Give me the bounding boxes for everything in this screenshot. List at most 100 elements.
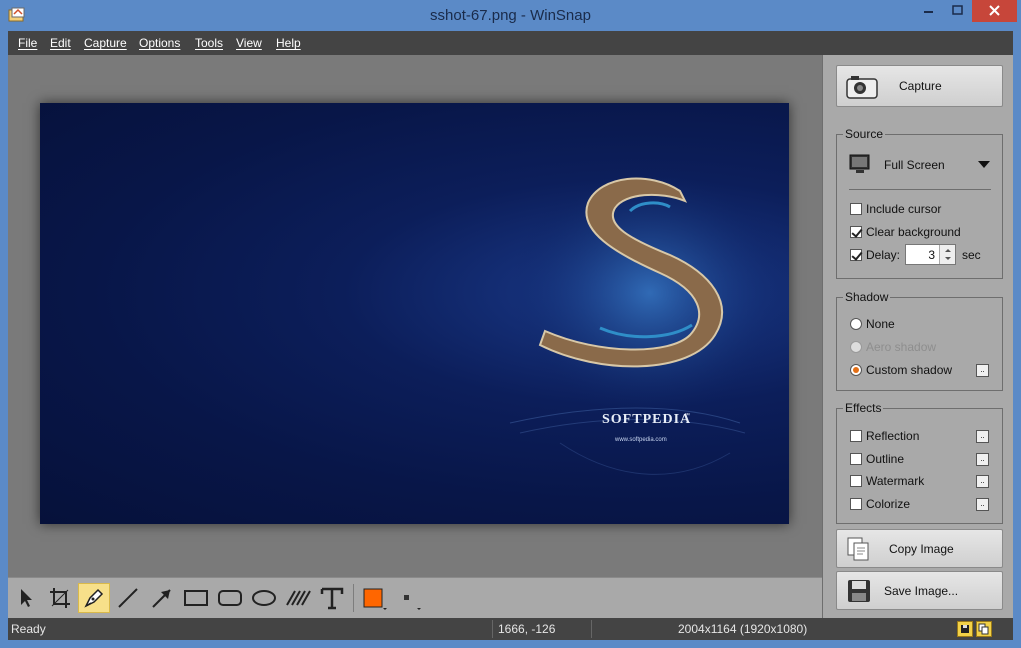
capture-label: Capture xyxy=(899,79,942,93)
colorize-row[interactable]: Colorize xyxy=(850,496,910,512)
softpedia-wallpaper: SOFTPEDIA ™ www.softpedia.com xyxy=(509,163,789,475)
arrow-tool[interactable] xyxy=(146,583,178,613)
outline-settings-button[interactable]: .. xyxy=(976,453,989,466)
menu-capture[interactable]: Capture xyxy=(84,36,127,50)
rounded-rectangle-tool[interactable] xyxy=(214,583,246,613)
crop-icon xyxy=(50,588,70,608)
close-icon xyxy=(989,5,1000,16)
camera-icon xyxy=(846,76,878,99)
crop-tool[interactable] xyxy=(44,583,76,613)
window-title: sshot-67.png - WinSnap xyxy=(430,7,591,24)
source-group: Source Full Screen Include cursor Clear … xyxy=(836,127,1003,279)
image-brand-tm: ™ xyxy=(684,412,690,419)
outline-checkbox[interactable] xyxy=(850,453,862,465)
menu-edit[interactable]: Edit xyxy=(50,36,71,50)
image-url: www.softpedia.com xyxy=(614,437,667,443)
shadow-custom-row[interactable]: Custom shadow xyxy=(850,362,952,378)
save-small-icon xyxy=(961,625,969,633)
reflection-label: Reflection xyxy=(866,429,920,443)
status-size: 2004x1164 (1920x1080) xyxy=(678,622,808,636)
rectangle-tool[interactable] xyxy=(180,583,212,613)
menu-tools[interactable]: Tools xyxy=(195,36,223,50)
toolbar-separator xyxy=(353,584,354,612)
pointer-tool[interactable] xyxy=(10,583,42,613)
pen-icon xyxy=(84,588,104,608)
pointer-icon xyxy=(21,589,32,607)
hatch-tool[interactable] xyxy=(282,583,314,613)
watermark-row[interactable]: Watermark xyxy=(850,473,924,489)
colorize-settings-button[interactable]: .. xyxy=(976,498,989,511)
menu-view[interactable]: View xyxy=(236,36,262,50)
status-divider xyxy=(492,620,493,638)
minimize-icon xyxy=(924,11,933,13)
source-title: Source xyxy=(843,127,886,141)
copy-status-button[interactable] xyxy=(976,621,992,637)
menu-options[interactable]: Options xyxy=(139,36,180,50)
maximize-button[interactable] xyxy=(943,0,972,22)
ellipse-icon xyxy=(252,590,276,606)
status-bar: Ready 1666, -126 2004x1164 (1920x1080) xyxy=(0,618,1021,648)
monitor-icon xyxy=(849,154,870,173)
delay-spinner[interactable]: 3 xyxy=(905,244,956,265)
save-icon xyxy=(848,580,870,602)
color-picker[interactable] xyxy=(358,583,390,613)
arrow-icon xyxy=(152,589,171,608)
watermark-label: Watermark xyxy=(866,474,925,488)
watermark-settings-button[interactable]: .. xyxy=(976,475,989,488)
delay-unit: sec xyxy=(962,248,981,262)
shadow-custom-label: Custom shadow xyxy=(866,363,953,377)
status-divider xyxy=(591,620,592,638)
colorize-checkbox[interactable] xyxy=(850,498,862,510)
copy-small-icon xyxy=(978,623,989,635)
image-brand: SOFTPEDIA xyxy=(602,412,691,427)
line-width-picker[interactable] xyxy=(392,583,424,613)
shadow-settings-button[interactable]: .. xyxy=(976,364,989,377)
reflection-checkbox[interactable] xyxy=(850,430,862,442)
maximize-icon xyxy=(952,5,963,15)
delay-value[interactable]: 3 xyxy=(928,248,935,262)
shadow-custom-radio[interactable] xyxy=(850,364,862,376)
source-mode[interactable]: Full Screen xyxy=(884,158,945,172)
shadow-aero-row: Aero shadow xyxy=(850,339,936,355)
effects-group: Effects Reflection .. Outline .. Waterma… xyxy=(836,401,1003,524)
copy-image-button[interactable]: Copy Image xyxy=(836,529,1003,568)
shadow-aero-label: Aero shadow xyxy=(866,340,937,354)
menu-help[interactable]: Help xyxy=(276,36,301,50)
preview-canvas[interactable]: SOFTPEDIA ™ www.softpedia.com xyxy=(8,55,822,577)
save-status-button[interactable] xyxy=(957,621,973,637)
minimize-button[interactable] xyxy=(914,0,943,22)
colorize-label: Colorize xyxy=(866,497,911,511)
delay-row[interactable]: Delay: xyxy=(850,247,900,263)
status-bar-inner: Ready 1666, -126 2004x1164 (1920x1080) xyxy=(8,618,1013,640)
clear-background-checkbox[interactable] xyxy=(850,226,862,238)
include-cursor-checkbox[interactable] xyxy=(850,203,862,215)
menu-file[interactable]: File xyxy=(18,36,37,50)
save-image-button[interactable]: Save Image... xyxy=(836,571,1003,610)
menu-bar: File Edit Capture Options Tools View Hel… xyxy=(8,31,1013,55)
app-window: sshot-67.png - WinSnap File Edit Capture… xyxy=(0,0,1021,648)
spinner-buttons[interactable] xyxy=(939,245,955,264)
color-swatch-icon xyxy=(363,588,387,610)
reflection-row[interactable]: Reflection xyxy=(850,428,919,444)
shadow-none-row[interactable]: None xyxy=(850,316,895,332)
pen-tool[interactable] xyxy=(78,583,110,613)
shadow-aero-radio xyxy=(850,341,862,353)
save-image-label: Save Image... xyxy=(884,584,959,598)
line-tool[interactable] xyxy=(112,583,144,613)
watermark-checkbox[interactable] xyxy=(850,475,862,487)
text-tool[interactable] xyxy=(316,583,348,613)
capture-button[interactable]: Capture xyxy=(836,65,1003,107)
close-button[interactable] xyxy=(972,0,1017,22)
include-cursor-label: Include cursor xyxy=(866,202,942,216)
copy-icon xyxy=(847,537,869,561)
rectangle-icon xyxy=(184,590,208,606)
dropdown-arrow-icon[interactable] xyxy=(978,161,990,169)
reflection-settings-button[interactable]: .. xyxy=(976,430,989,443)
clear-background-row[interactable]: Clear background xyxy=(850,224,961,240)
delay-checkbox[interactable] xyxy=(850,249,862,261)
outline-row[interactable]: Outline xyxy=(850,451,904,467)
spinner-arrows-icon xyxy=(945,249,951,260)
include-cursor-row[interactable]: Include cursor xyxy=(850,201,941,217)
shadow-none-radio[interactable] xyxy=(850,318,862,330)
ellipse-tool[interactable] xyxy=(248,583,280,613)
